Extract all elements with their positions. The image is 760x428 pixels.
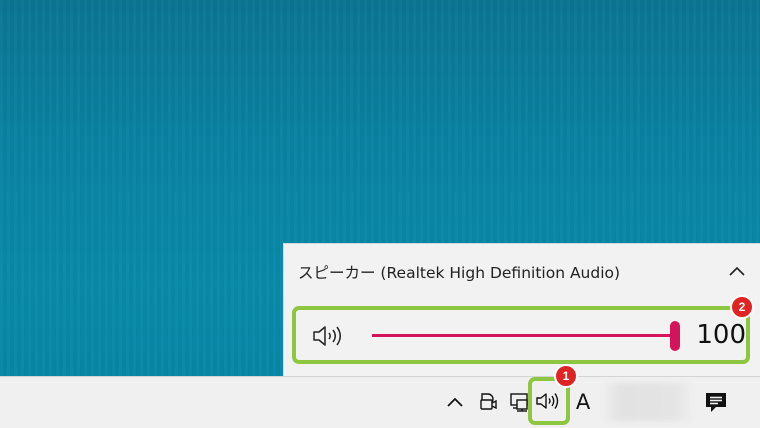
meet-now-button[interactable] xyxy=(476,390,500,414)
chevron-up-icon[interactable] xyxy=(728,264,746,278)
show-hidden-icons-button[interactable] xyxy=(444,391,466,413)
speaker-icon xyxy=(536,393,559,409)
volume-flyout: スピーカー (Realtek High Definition Audio) 10… xyxy=(283,243,760,376)
volume-slider-track[interactable] xyxy=(372,334,674,337)
taskbar: A xyxy=(0,376,760,428)
volume-slider-thumb[interactable] xyxy=(670,321,680,351)
ime-mode-button[interactable]: A xyxy=(572,389,594,415)
callout-badge-1: 1 xyxy=(554,364,578,388)
chevron-up-icon xyxy=(447,397,463,407)
volume-control-highlight: 100 xyxy=(292,306,750,364)
audio-device-selector[interactable]: スピーカー (Realtek High Definition Audio) xyxy=(284,244,760,302)
network-icon xyxy=(510,393,528,412)
callout-badge-2: 2 xyxy=(730,295,754,319)
clock-blurred[interactable] xyxy=(602,383,694,421)
speaker-icon[interactable] xyxy=(312,324,348,348)
meet-now-icon xyxy=(480,393,497,410)
action-center-button[interactable] xyxy=(702,389,730,415)
notification-icon xyxy=(706,393,726,412)
audio-device-name: スピーカー (Realtek High Definition Audio) xyxy=(298,264,621,282)
volume-value: 100 xyxy=(696,320,746,350)
